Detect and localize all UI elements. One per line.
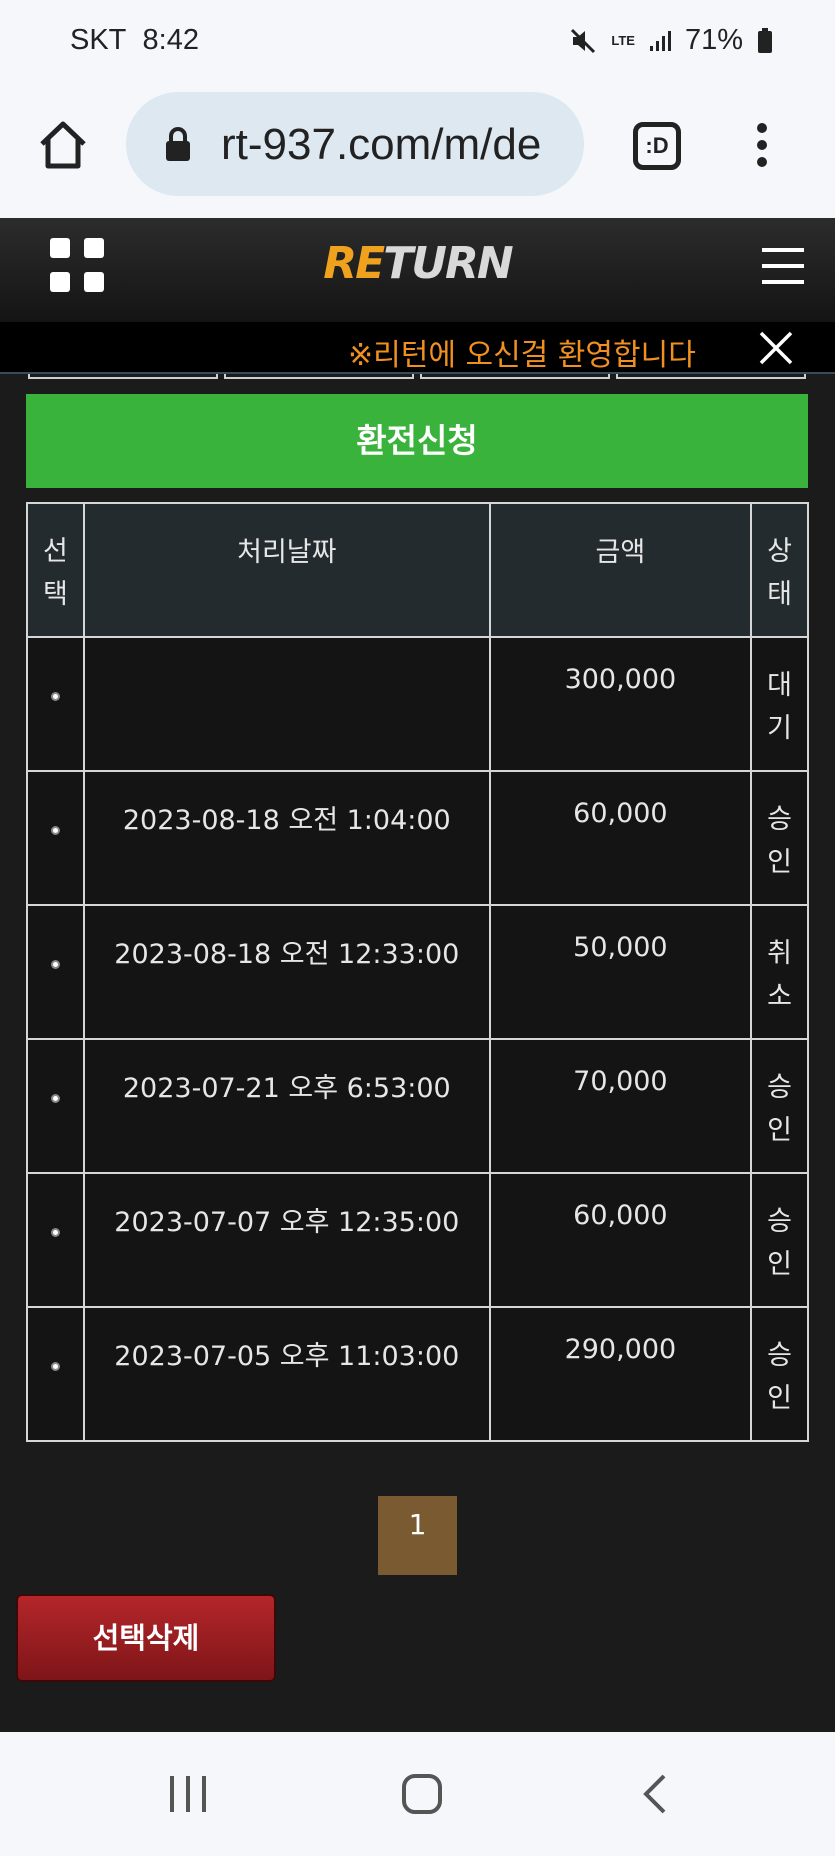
- header-status: 상태: [750, 502, 809, 638]
- header-date: 처리날짜: [82, 502, 491, 638]
- home-nav-icon[interactable]: [400, 1772, 444, 1816]
- exchange-request-button[interactable]: 환전신청: [26, 394, 808, 488]
- android-nav-bar: [0, 1732, 835, 1856]
- row-amount: 60,000: [488, 1172, 753, 1308]
- row-amount: 60,000: [488, 770, 753, 906]
- radio-icon[interactable]: [50, 692, 60, 701]
- exchange-history-table: 선택 처리날짜 금액 상태 300,000 대기 2023-08-18 오전 1…: [26, 502, 809, 1442]
- tab-strip-remnant: [28, 374, 806, 382]
- tab-switcher-button[interactable]: :D: [633, 122, 681, 170]
- row-status: 대기: [750, 636, 809, 772]
- row-date: 2023-08-18 오전 12:33:00: [82, 904, 491, 1040]
- status-bar: SKT 8:42 LTE 71%: [0, 0, 835, 86]
- close-icon[interactable]: [758, 330, 794, 366]
- recent-apps-icon[interactable]: [168, 1772, 208, 1816]
- row-status: 취소: [750, 904, 809, 1040]
- row-status: 승인: [750, 1172, 809, 1308]
- row-status: 승인: [750, 1306, 809, 1442]
- lock-icon: [166, 127, 190, 161]
- status-icons: LTE 71%: [569, 24, 773, 57]
- pagination-page-1[interactable]: 1: [378, 1496, 457, 1575]
- row-date: 2023-07-07 오후 12:35:00: [82, 1172, 491, 1308]
- mute-icon: [571, 28, 596, 53]
- battery-icon: [758, 27, 772, 53]
- site-header: RETURN: [0, 218, 835, 322]
- row-select[interactable]: [26, 636, 85, 772]
- header-select: 선택: [26, 502, 85, 638]
- table-row: 2023-07-21 오후 6:53:00 70,000 승인: [26, 1038, 809, 1174]
- row-select[interactable]: [26, 770, 85, 906]
- row-select[interactable]: [26, 904, 85, 1040]
- radio-icon[interactable]: [50, 960, 60, 969]
- header-amount: 금액: [488, 502, 753, 638]
- row-amount: 70,000: [488, 1038, 753, 1174]
- table-row: 2023-07-05 오후 11:03:00 290,000 승인: [26, 1306, 809, 1442]
- marquee-text: ※리턴에 오신걸 환영합니다: [348, 338, 696, 373]
- radio-icon[interactable]: [50, 1094, 60, 1103]
- radio-icon[interactable]: [50, 1228, 60, 1237]
- url-bar[interactable]: rt-937.com/m/de: [126, 92, 584, 196]
- table-row: 2023-08-18 오전 12:33:00 50,000 취소: [26, 904, 809, 1040]
- delete-selected-button[interactable]: 선택삭제: [16, 1594, 276, 1682]
- row-date: 2023-08-18 오전 1:04:00: [82, 770, 491, 906]
- row-amount: 300,000: [488, 636, 753, 772]
- row-select[interactable]: [26, 1038, 85, 1174]
- back-icon[interactable]: [640, 1772, 670, 1816]
- row-status: 승인: [750, 1038, 809, 1174]
- table-row: 300,000 대기: [26, 636, 809, 772]
- home-icon[interactable]: [36, 118, 90, 172]
- row-date: 2023-07-21 오후 6:53:00: [82, 1038, 491, 1174]
- welcome-marquee: ※리턴에 오신걸 환영합니다: [0, 322, 835, 374]
- row-amount: 290,000: [488, 1306, 753, 1442]
- status-carrier-time: SKT 8:42: [70, 24, 199, 56]
- row-select[interactable]: [26, 1172, 85, 1308]
- browser-toolbar: rt-937.com/m/de :D: [0, 86, 835, 218]
- lte-indicator: LTE: [611, 32, 635, 48]
- site-logo[interactable]: RETURN: [0, 238, 835, 289]
- table-header-row: 선택 처리날짜 금액 상태: [26, 502, 809, 638]
- radio-icon[interactable]: [50, 1362, 60, 1371]
- table-row: 2023-08-18 오전 1:04:00 60,000 승인: [26, 770, 809, 906]
- more-options-icon[interactable]: [752, 122, 772, 168]
- table-row: 2023-07-07 오후 12:35:00 60,000 승인: [26, 1172, 809, 1308]
- row-status: 승인: [750, 770, 809, 906]
- radio-icon[interactable]: [50, 826, 60, 835]
- url-text: rt-937.com/m/de: [221, 120, 542, 169]
- row-select[interactable]: [26, 1306, 85, 1442]
- row-date: [82, 636, 491, 772]
- signal-icon: [649, 30, 671, 51]
- row-date: 2023-07-05 오후 11:03:00: [82, 1306, 491, 1442]
- battery-percent: 71%: [684, 24, 743, 56]
- row-amount: 50,000: [488, 904, 753, 1040]
- hamburger-menu-icon[interactable]: [760, 244, 806, 288]
